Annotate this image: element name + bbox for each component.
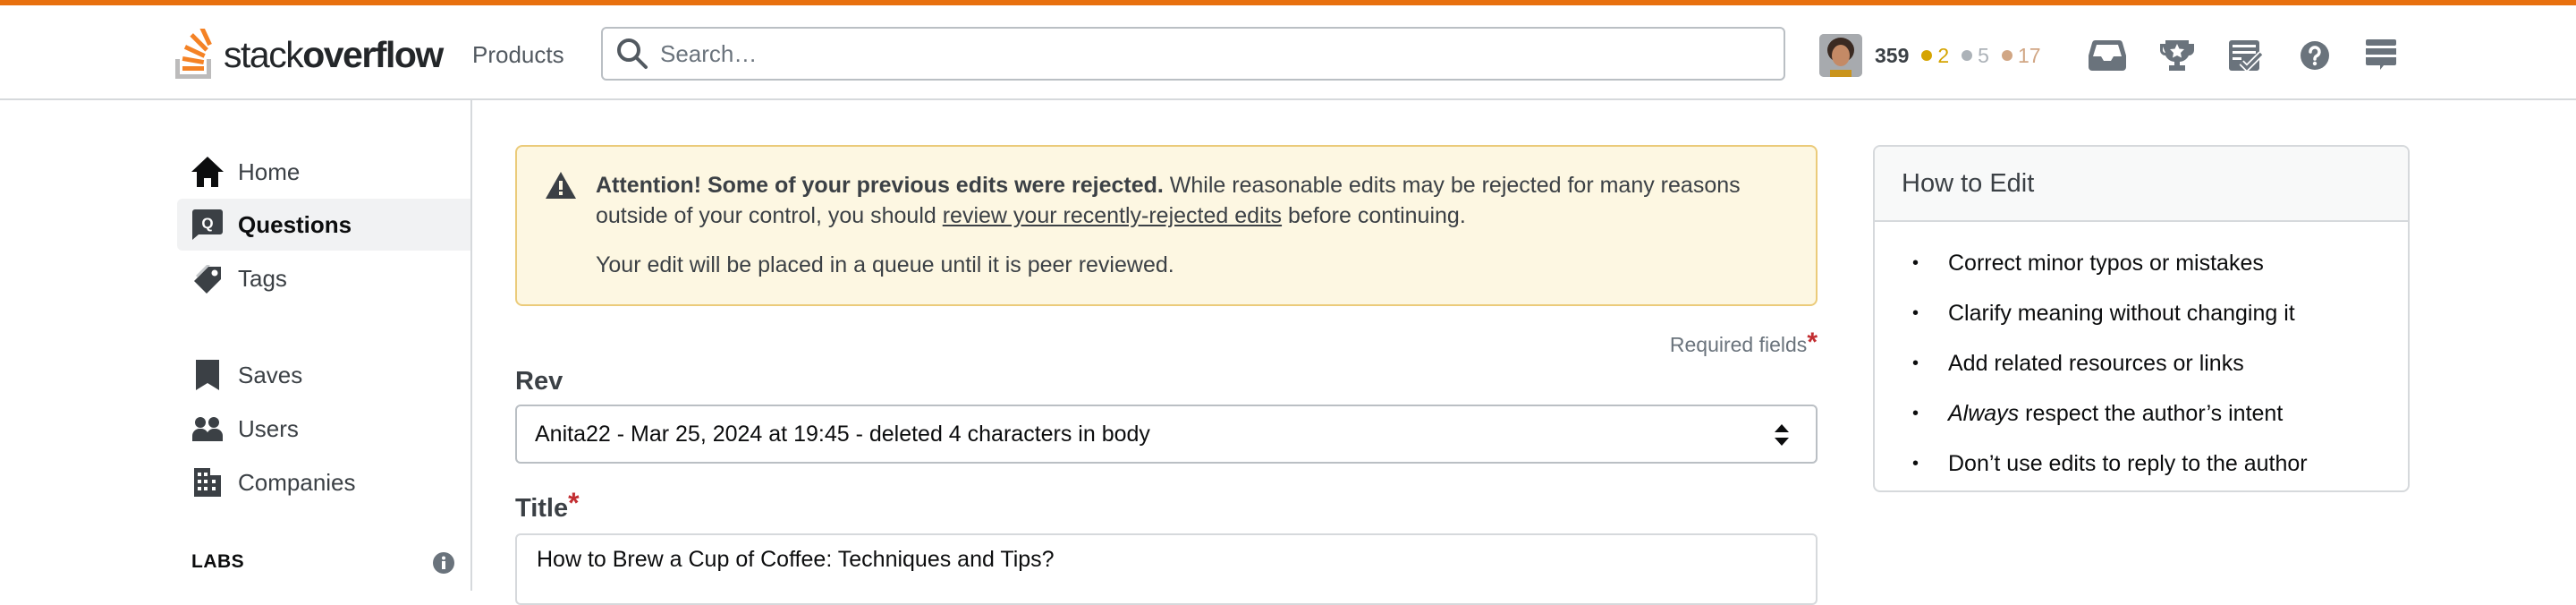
list-item: • Correct minor typos or mistakes [1875, 238, 2408, 288]
revision-select-value: Anita22 - Mar 25, 2024 at 19:45 - delete… [535, 421, 1150, 447]
silver-badge-icon [1962, 50, 1973, 61]
title-label-text: Title [515, 494, 569, 523]
list-item-text: Correct minor typos or mistakes [1948, 250, 2264, 276]
help-button[interactable] [2295, 36, 2334, 75]
sidebar-item-users[interactable]: Users [177, 403, 470, 455]
list-item: • Add related resources or links [1875, 338, 2408, 388]
logo-text-bold: overflow [302, 33, 444, 75]
inbox-button[interactable] [2088, 36, 2127, 75]
silver-badges: 5 [1962, 44, 1989, 68]
products-menu[interactable]: Products [472, 36, 564, 74]
how-to-edit-list: • Correct minor typos or mistakes • Clarif… [1875, 222, 2408, 489]
building-icon [194, 468, 221, 497]
rejected-edits-notice: Attention! Some of your previous edits w… [515, 145, 1818, 306]
user-card[interactable]: 359 2 5 17 [1819, 34, 2041, 77]
bronze-badge-count: 17 [2017, 43, 2041, 67]
review-queues-button[interactable] [2227, 36, 2267, 75]
gold-badge-count: 2 [1937, 43, 1950, 67]
review-queues-icon [2229, 40, 2264, 71]
bronze-badge-icon [2001, 50, 2012, 61]
sidebar-item-home[interactable]: Home [177, 146, 470, 198]
rev-label: Rev [515, 367, 564, 396]
achievements-button[interactable] [2157, 36, 2197, 75]
list-item-text: Clarify meaning without changing it [1948, 300, 2295, 326]
title-field[interactable] [515, 533, 1818, 605]
select-arrows-icon [1775, 424, 1789, 446]
top-bar: stackoverflow Products 359 2 5 17 [0, 5, 2576, 100]
avatar[interactable] [1819, 34, 1862, 77]
users-icon [192, 417, 223, 441]
tag-icon [194, 265, 221, 294]
sidebar-divider [470, 100, 472, 591]
list-item: • Clarify meaning without changing it [1875, 288, 2408, 338]
required-star: * [568, 487, 580, 519]
logo-text-light: stack [224, 33, 304, 75]
required-star: * [1807, 328, 1818, 357]
labs-heading: LABS [191, 551, 245, 572]
list-item-text: Add related resources or links [1948, 350, 2244, 376]
bullet-icon: • [1912, 353, 1919, 373]
notice-title: Attention! Some of your previous edits w… [596, 173, 1164, 198]
list-item: • Always respect the author’s intent [1875, 388, 2408, 439]
bullet-icon: • [1912, 302, 1919, 323]
svg-text:Q: Q [201, 215, 213, 232]
sidebar-item-label: Tags [238, 264, 287, 292]
bullet-icon: • [1912, 453, 1919, 473]
warning-icon [546, 172, 576, 199]
title-input[interactable] [535, 546, 1791, 574]
search-box[interactable] [601, 27, 1785, 81]
how-to-edit-panel: How to Edit • Correct minor typos or mist… [1873, 145, 2410, 492]
sidebar-item-label: Questions [238, 210, 352, 238]
bullet-icon: • [1912, 403, 1919, 423]
labs-info-button[interactable] [433, 552, 454, 578]
required-fields-note: Required fields* [1669, 328, 1818, 363]
help-icon [2301, 41, 2329, 70]
notice-body-end: before continuing. [1282, 203, 1466, 228]
silver-badge-count: 5 [1978, 43, 1989, 67]
rejected-edits-link[interactable]: review your recently-rejected edits [943, 203, 1282, 228]
avatar-photo-icon [1819, 34, 1862, 77]
sidebar-item-questions[interactable]: Q Questions [177, 199, 470, 251]
revision-select[interactable]: Anita22 - Mar 25, 2024 at 19:45 - delete… [515, 405, 1818, 464]
sidebar-item-label: Companies [238, 468, 356, 496]
sidebar-item-companies[interactable]: Companies [177, 456, 470, 508]
bookmark-icon [196, 360, 219, 390]
bronze-badges: 17 [2001, 43, 2041, 68]
sidebar-item-label: Home [238, 158, 301, 185]
list-item-text: Don’t use edits to reply to the author [1948, 450, 2308, 476]
how-to-edit-title: How to Edit [1902, 168, 2035, 198]
site-switcher-button[interactable] [2361, 36, 2401, 75]
how-to-edit-header: How to Edit [1875, 147, 2408, 222]
bullet-icon: • [1912, 252, 1919, 273]
list-item-text: respect the author’s intent [2019, 400, 2284, 426]
gold-badge-icon [1921, 50, 1933, 61]
search-icon [617, 38, 648, 69]
logo-wordmark: stackoverflow [224, 33, 444, 76]
reputation-score: 359 [1875, 43, 1910, 67]
title-label: Title* [515, 487, 580, 527]
stack-logo-icon [175, 29, 212, 79]
sidebar-item-label: Saves [238, 361, 303, 388]
site-switcher-icon [2366, 39, 2396, 70]
required-fields-label: Required fields [1669, 333, 1808, 356]
inbox-icon [2089, 40, 2126, 71]
list-item-emphasis: Always [1948, 400, 2020, 426]
home-icon [191, 157, 224, 187]
list-item: • Don’t use edits to reply to the author [1875, 439, 2408, 489]
sidebar-item-label: Users [238, 414, 299, 442]
sidebar-item-tags[interactable]: Tags [177, 252, 470, 304]
search-input[interactable] [658, 38, 1735, 69]
site-logo[interactable]: stackoverflow [174, 27, 444, 82]
info-icon [433, 552, 454, 574]
notice-text: Attention! Some of your previous edits w… [596, 170, 1794, 231]
achievements-icon [2160, 40, 2194, 71]
queue-notice-text: Your edit will be placed in a queue unti… [596, 252, 1174, 277]
gold-badges: 2 [1921, 44, 1949, 68]
sidebar-item-saves[interactable]: Saves [177, 349, 470, 401]
questions-icon: Q [192, 209, 223, 240]
